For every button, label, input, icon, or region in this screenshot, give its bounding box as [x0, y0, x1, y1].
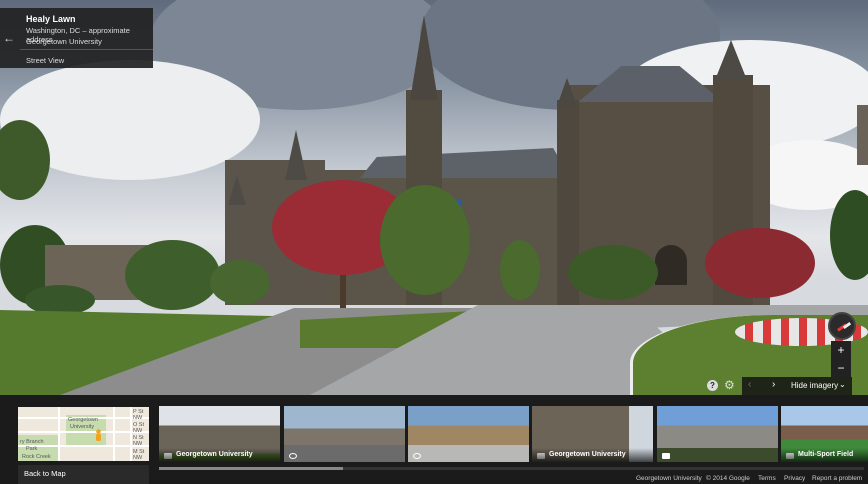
tree — [380, 185, 470, 295]
imagery-filmstrip: Georgetown University P St NW O St NW N … — [0, 395, 868, 484]
report-problem-link[interactable]: Report a problem — [812, 475, 862, 482]
tree — [830, 190, 868, 280]
map-road — [58, 407, 60, 461]
zoom-in-button[interactable]: + — [831, 341, 851, 359]
chevron-left-icon[interactable]: ‹ — [748, 379, 751, 390]
tree — [500, 240, 540, 300]
imagery-thumbnail[interactable]: Multi-Sport Field — [781, 406, 868, 462]
imagery-thumbnail[interactable]: Georgetown University — [532, 406, 653, 462]
footer-place: Georgetown University — [636, 475, 702, 482]
entrance-arch — [655, 245, 687, 285]
map-label: O St NW — [133, 422, 145, 434]
pegman-marker-icon — [96, 429, 101, 441]
terms-link[interactable]: Terms — [758, 475, 776, 482]
map-label: Georgetown — [68, 417, 98, 423]
tree — [568, 245, 658, 300]
hide-imagery-button[interactable]: Hide imagery — [791, 381, 838, 390]
imagery-thumbnail[interactable]: Georgetown University — [159, 406, 280, 462]
mini-map[interactable]: Georgetown University P St NW O St NW N … — [18, 407, 149, 461]
shrub — [25, 285, 95, 315]
thumbnail-label — [284, 448, 405, 462]
thumbnail-label — [408, 448, 529, 462]
footer: Georgetown University © 2014 Google Term… — [0, 475, 868, 484]
chevron-down-icon[interactable]: ⌄ — [839, 380, 846, 389]
street-view-label[interactable]: Street View — [26, 56, 64, 65]
map-label: P St NW — [133, 409, 144, 421]
left-spire — [285, 130, 307, 180]
location-place: Georgetown University — [26, 37, 102, 46]
right-edge-building — [857, 105, 868, 165]
thumbnail-label — [657, 448, 778, 462]
map-label: ry Branch — [20, 439, 44, 445]
filmstrip-scrollbar-thumb[interactable] — [159, 467, 343, 470]
map-label: N St NW — [133, 435, 144, 447]
thumbnail-label: Multi-Sport Field — [781, 448, 868, 462]
map-label: Park — [26, 446, 38, 452]
location-title: Healy Lawn — [26, 14, 76, 24]
zoom-out-button[interactable]: − — [831, 359, 851, 377]
gear-icon[interactable]: ⚙ — [724, 378, 735, 392]
divider — [20, 49, 153, 50]
imagery-thumbnail[interactable] — [657, 406, 778, 462]
imagery-bar: ? ⚙ ‹ › Hide imagery ⌄ — [0, 377, 868, 395]
privacy-link[interactable]: Privacy — [784, 475, 805, 482]
crepe-myrtle-tree — [705, 228, 815, 298]
zoom-control: + − — [831, 341, 851, 377]
imagery-thumbnail[interactable] — [408, 406, 529, 462]
tree — [125, 240, 220, 310]
thumbnail-label: Georgetown University — [159, 448, 280, 462]
imagery-thumbnail[interactable] — [284, 406, 405, 462]
chevron-right-icon[interactable]: › — [772, 379, 775, 390]
map-label: Rock Creek — [22, 454, 51, 460]
footer-copyright: © 2014 Google — [706, 475, 750, 482]
map-label: University — [70, 424, 95, 430]
map-road — [130, 407, 132, 461]
map-road — [113, 407, 115, 461]
arrow-left-icon[interactable]: ← — [0, 8, 18, 68]
location-info-card: ← Healy Lawn Washington, DC – approximat… — [0, 8, 153, 68]
tree — [210, 260, 270, 305]
compass-icon[interactable] — [828, 312, 856, 340]
thumbnail-label: Georgetown University — [532, 448, 653, 462]
map-label: M St NW — [133, 449, 145, 461]
hide-imagery-panel: ‹ › Hide imagery ⌄ — [742, 377, 852, 395]
help-icon[interactable]: ? — [707, 380, 718, 391]
healy-hall-roof — [360, 148, 570, 178]
